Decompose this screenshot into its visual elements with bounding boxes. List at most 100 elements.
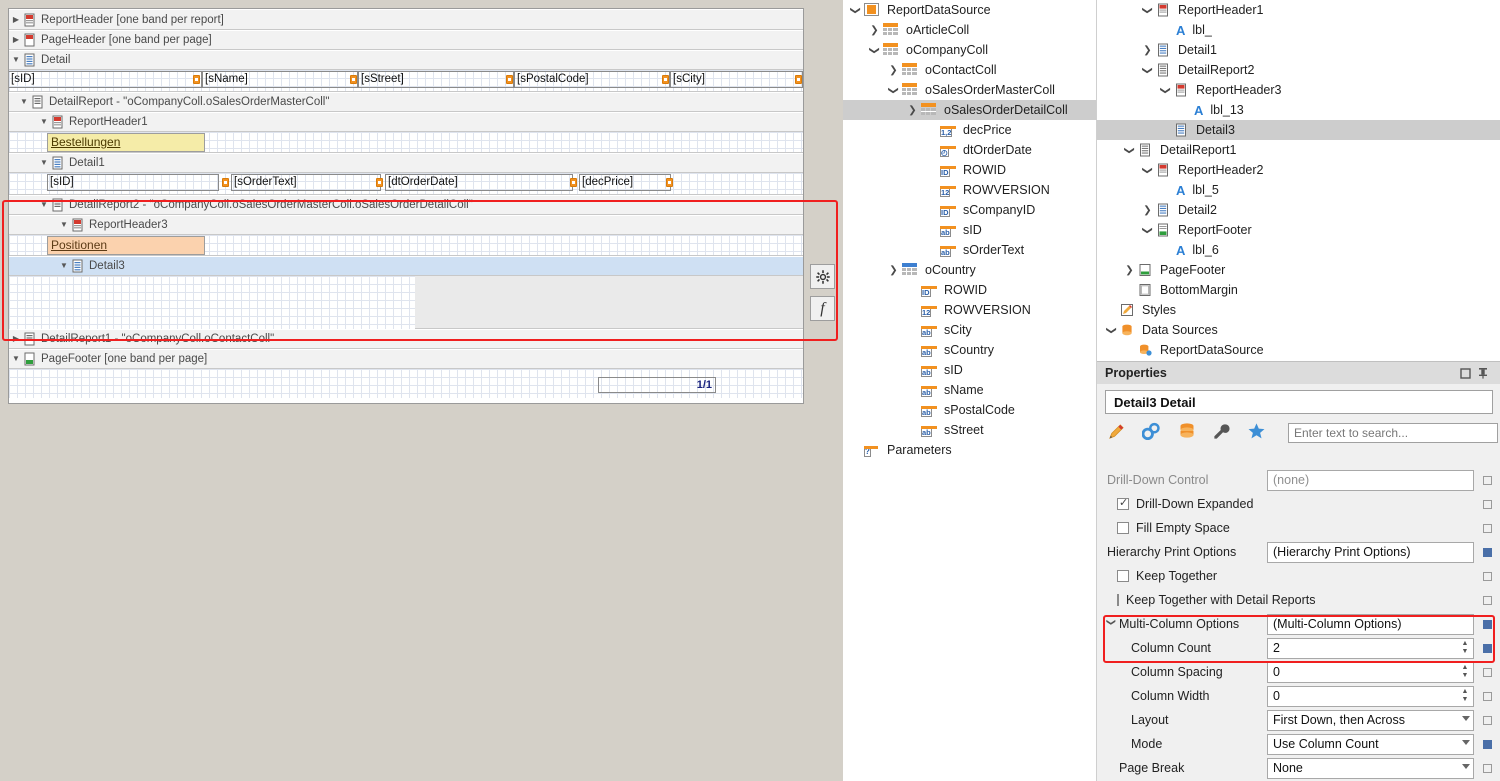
chevron-right-icon[interactable] <box>1121 265 1138 276</box>
report-designer-surface[interactable]: ReportHeader [one band per report] PageH… <box>0 0 843 781</box>
properties-toolbar[interactable]: Enter text to search... <box>1097 418 1500 449</box>
property-value-input[interactable]: (none) <box>1267 469 1474 491</box>
chevron-right-icon[interactable] <box>1139 205 1156 216</box>
pagefooter-band-area[interactable]: 1/1 <box>9 369 803 398</box>
property-checkbox[interactable] <box>1117 570 1129 582</box>
detail3-column-region[interactable] <box>9 276 415 329</box>
field-list-item[interactable]: ab sOrderText <box>843 240 1096 260</box>
band-reportheader1[interactable]: ReportHeader1 <box>9 112 803 132</box>
field-list-item[interactable]: oCompanyColl <box>843 40 1096 60</box>
fx-icon-button[interactable]: f <box>810 296 835 321</box>
field-list-item[interactable]: ab sID <box>843 360 1096 380</box>
favorites-icon[interactable] <box>1247 422 1266 444</box>
field-list-item[interactable]: 12 ROWVERSION <box>843 180 1096 200</box>
field-cell[interactable]: [sName] <box>202 71 358 88</box>
field-cell[interactable]: [sOrderText] <box>231 174 381 191</box>
property-row[interactable]: Mode Use Column Count <box>1097 732 1500 756</box>
page-number-field[interactable]: 1/1 <box>598 377 716 393</box>
field-list-item[interactable]: oCountry <box>843 260 1096 280</box>
report-explorer-item[interactable]: PageFooter <box>1097 260 1500 280</box>
chevron-right-icon[interactable] <box>866 25 883 36</box>
properties-grid[interactable]: Drill-Down Control (none) Drill-Down Expan… <box>1097 468 1500 781</box>
field-list-tree[interactable]: ReportDataSource oArticleColl oCompanyColl… <box>843 0 1096 460</box>
spinner-icon[interactable]: ▲ ▼ <box>1459 640 1471 657</box>
property-row[interactable]: Keep Together with Detail Reports <box>1097 588 1500 612</box>
expander-icon[interactable] <box>37 201 51 209</box>
expander-icon[interactable] <box>9 355 23 363</box>
label-bestellungen[interactable]: Bestellungen <box>47 133 205 152</box>
misc-icon[interactable] <box>1212 422 1231 444</box>
property-checkbox[interactable] <box>1117 522 1129 534</box>
maximize-icon[interactable] <box>1456 364 1474 382</box>
field-list-item[interactable]: ab sPostalCode <box>843 400 1096 420</box>
field-list-item[interactable]: ? Parameters <box>843 440 1096 460</box>
property-row[interactable]: Drill-Down Control (none) <box>1097 468 1500 492</box>
report-explorer-item[interactable]: Albl_ <box>1097 20 1500 40</box>
chevron-right-icon[interactable] <box>1139 45 1156 56</box>
report-explorer-item[interactable]: DetailReport1 <box>1097 140 1500 160</box>
report-explorer-item[interactable]: Albl_5 <box>1097 180 1500 200</box>
chevron-down-icon[interactable]: ❯ <box>1106 618 1117 630</box>
chevron-down-icon[interactable] <box>1462 715 1470 721</box>
band-detailreport2[interactable]: DetailReport2 - "oCompanyColl.oSalesOrde… <box>9 195 803 215</box>
property-value-input[interactable]: 0 ▲ ▼ <box>1267 661 1474 683</box>
expander-icon[interactable] <box>9 335 23 343</box>
property-row[interactable]: Hierarchy Print Options (Hierarchy Print … <box>1097 540 1500 564</box>
property-row[interactable]: Column Spacing 0 ▲ ▼ <box>1097 660 1500 684</box>
property-value-input[interactable]: 0 ▲ ▼ <box>1267 685 1474 707</box>
expander-icon[interactable] <box>37 159 51 167</box>
field-list-item[interactable]: ReportDataSource <box>843 0 1096 20</box>
spinner-icon[interactable]: ▲ ▼ <box>1459 688 1471 705</box>
expander-icon[interactable] <box>9 56 23 64</box>
report-explorer-item[interactable]: Detail2 <box>1097 200 1500 220</box>
report-explorer-item[interactable]: Data Sources <box>1097 320 1500 340</box>
report-explorer-item[interactable]: DetailReport2 <box>1097 60 1500 80</box>
property-state-marker[interactable] <box>1483 667 1492 677</box>
property-row[interactable]: Column Count 2 ▲ ▼ <box>1097 636 1500 660</box>
property-state-marker[interactable] <box>1483 715 1492 725</box>
report-explorer-item[interactable]: ReportFooter <box>1097 220 1500 240</box>
expander-icon[interactable] <box>9 16 23 24</box>
field-cell[interactable]: [sStreet] <box>358 71 514 88</box>
property-value-select[interactable]: None <box>1267 757 1474 779</box>
report-explorer-item[interactable]: ReportDataSource <box>1097 340 1500 360</box>
selected-object-box[interactable]: Detail3 Detail <box>1105 390 1493 414</box>
properties-panel[interactable]: Properties Detail3 Detail Enter text to … <box>1097 361 1500 781</box>
label-positionen[interactable]: Positionen <box>47 236 205 255</box>
report-explorer-item[interactable]: Albl_13 <box>1097 100 1500 120</box>
property-value-input[interactable]: (Hierarchy Print Options) <box>1267 541 1474 563</box>
reportheader3-band-area[interactable]: Positionen <box>9 235 803 256</box>
report-explorer-item[interactable]: ReportHeader1 <box>1097 0 1500 20</box>
field-list-item[interactable]: ID sCompanyID <box>843 200 1096 220</box>
property-state-marker[interactable] <box>1483 571 1492 581</box>
chevron-down-icon[interactable] <box>1157 85 1174 96</box>
field-list-item[interactable]: ◴ dtOrderDate <box>843 140 1096 160</box>
report-explorer-item[interactable]: Detail3 <box>1097 120 1500 140</box>
detail1-band-area[interactable]: [sID] [sOrderText] [dtOrderDate] [decPri… <box>9 173 803 195</box>
property-state-marker[interactable] <box>1483 547 1492 557</box>
appearance-icon[interactable] <box>1107 422 1126 444</box>
band-reportheader[interactable]: ReportHeader [one band per report] <box>9 9 803 30</box>
property-value-input[interactable]: 2 ▲ ▼ <box>1267 637 1474 659</box>
band-detail[interactable]: Detail <box>9 50 803 70</box>
property-state-marker[interactable] <box>1483 475 1492 485</box>
property-checkbox[interactable] <box>1117 496 1129 510</box>
behavior-icon[interactable] <box>1141 422 1162 449</box>
gear-icon-button[interactable] <box>810 264 835 289</box>
property-value-select[interactable]: Use Column Count <box>1267 733 1474 755</box>
band-reportheader3[interactable]: ReportHeader3 <box>9 215 803 235</box>
field-cell[interactable]: [sID] <box>9 71 202 88</box>
report-explorer-item[interactable]: ReportHeader3 <box>1097 80 1500 100</box>
expander-icon[interactable] <box>9 36 23 44</box>
field-cell[interactable]: [sID] <box>47 174 219 191</box>
property-row[interactable]: Keep Together <box>1097 564 1500 588</box>
band-detailreport[interactable]: DetailReport - "oCompanyColl.oSalesOrder… <box>9 92 803 112</box>
property-row[interactable]: Fill Empty Space <box>1097 516 1500 540</box>
search-input[interactable]: Enter text to search... <box>1288 423 1498 443</box>
report-explorer-item[interactable]: Albl_6 <box>1097 240 1500 260</box>
band-detail3[interactable]: Detail3 <box>9 256 803 276</box>
data-icon[interactable] <box>1178 422 1196 444</box>
field-cell[interactable]: [dtOrderDate] <box>385 174 573 191</box>
property-row[interactable]: ❯ Multi-Column Options (Multi-Column Optio… <box>1097 612 1500 636</box>
field-list-item[interactable]: oContactColl <box>843 60 1096 80</box>
